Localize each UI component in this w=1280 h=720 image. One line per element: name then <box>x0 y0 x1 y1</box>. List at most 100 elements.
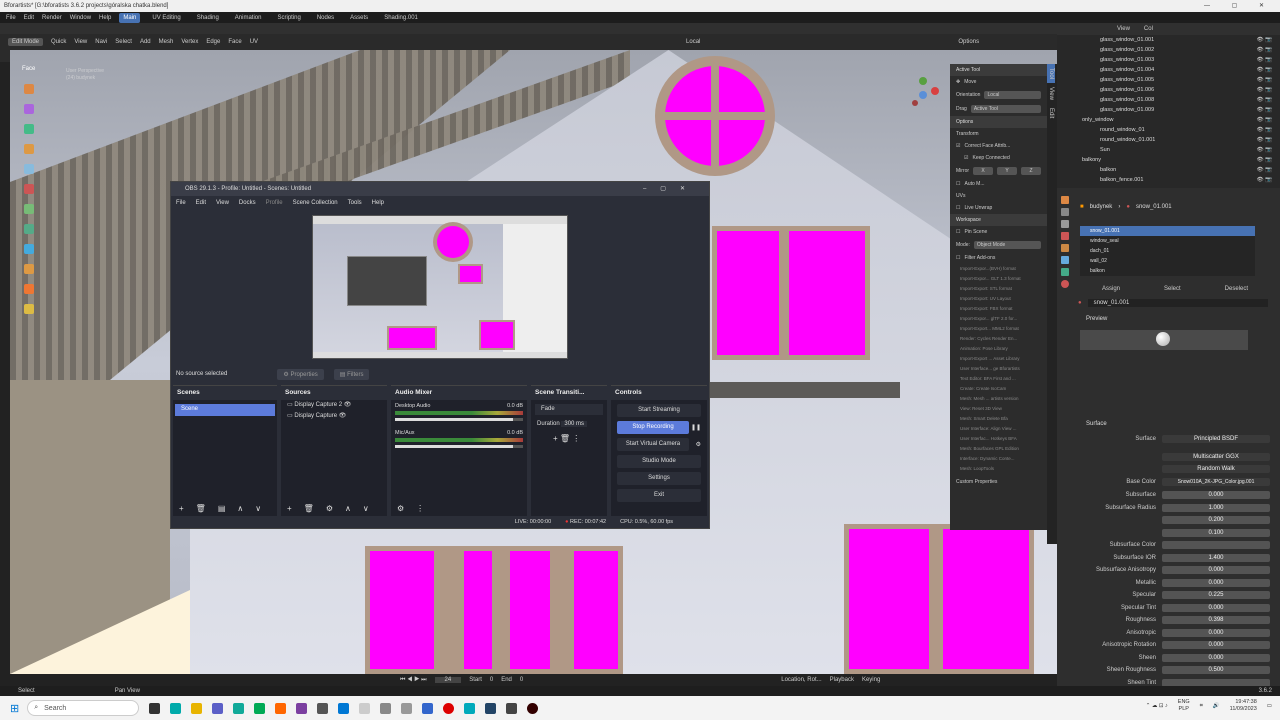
tab-view[interactable]: View <box>1047 83 1055 104</box>
material-slot-list[interactable]: snow_01.001 window_seal dach_01 wall_02 … <box>1080 226 1255 276</box>
measure-icon[interactable] <box>24 224 34 234</box>
obs-menu-file[interactable]: File <box>176 200 186 206</box>
start-frame[interactable]: 0 <box>490 677 493 683</box>
addon-item[interactable]: User Interface: Align View ... <box>950 424 1047 434</box>
scene-tab-icon[interactable] <box>1061 232 1069 240</box>
loopcut-icon[interactable] <box>24 304 34 314</box>
mirror-x[interactable]: X <box>973 167 994 175</box>
outliner-item[interactable]: round_window_01.001 👁 📷 <box>1057 135 1280 145</box>
outliner-item[interactable]: Sun 👁 📷 <box>1057 145 1280 155</box>
addon-item[interactable]: Interface: Dynamic Conte... <box>950 454 1047 464</box>
menu-uv[interactable]: UV <box>250 39 258 45</box>
language-indicator[interactable]: ENG PLP <box>1178 699 1190 713</box>
virtual-camera-button[interactable]: Start Virtual Camera <box>617 438 689 451</box>
addon-item[interactable]: Mesh: Smart Delete Bfa <box>950 414 1047 424</box>
clock[interactable]: 19:47:38 11/09/2023 <box>1230 699 1257 713</box>
app-icon[interactable] <box>296 702 308 714</box>
eye-icon[interactable]: 👁 <box>344 402 352 408</box>
gear-icon[interactable]: ⚙ <box>696 441 701 448</box>
app-icon[interactable] <box>464 702 476 714</box>
app-icon[interactable] <box>254 702 266 714</box>
correct-face-checkbox[interactable]: ☑ <box>956 143 960 149</box>
mirror-y[interactable]: Y <box>997 167 1018 175</box>
modifier-tab-icon[interactable] <box>1061 256 1069 264</box>
rotate-icon[interactable] <box>24 144 34 154</box>
property-slider[interactable]: 1.400 <box>1162 553 1270 562</box>
visibility-icon[interactable]: 👁 📷 <box>1257 115 1272 125</box>
start-streaming-button[interactable]: Start Streaming <box>617 404 701 417</box>
source-item[interactable]: ▭ Display Capture 👁 <box>281 411 387 422</box>
addon-item[interactable]: Import-Export... MML2 format <box>950 324 1047 334</box>
visibility-icon[interactable]: 👁 📷 <box>1257 105 1272 115</box>
options-header[interactable]: Options <box>950 116 1047 128</box>
add-transition-icon[interactable]: + 🗑 ⋮ <box>531 434 607 443</box>
drag-dropdown[interactable]: Active Tool <box>970 105 1041 113</box>
property-slider[interactable]: 0.100 <box>1162 528 1270 537</box>
obs-menu-docks[interactable]: Docks <box>239 200 256 206</box>
visibility-icon[interactable]: 👁 📷 <box>1257 45 1272 55</box>
property-slider[interactable]: 0.000 <box>1162 578 1270 587</box>
menu-edge[interactable]: Edge <box>206 39 220 45</box>
obs-menu-edit[interactable]: Edit <box>196 200 206 206</box>
material-name-field[interactable]: snow_01.001 <box>1087 299 1268 307</box>
property-slider[interactable]: 0.200 <box>1162 516 1270 524</box>
visibility-icon[interactable]: 👁 📷 <box>1257 155 1272 165</box>
studio-mode-button[interactable]: Studio Mode <box>617 455 701 468</box>
material-slot[interactable]: window_seal <box>1080 236 1255 246</box>
tab-uv-editing[interactable]: UV Editing <box>148 13 184 23</box>
addon-item[interactable]: Animation: Pose Library <box>950 344 1047 354</box>
workspace-header[interactable]: Workspace <box>950 214 1047 226</box>
obs-menu-view[interactable]: View <box>216 200 229 206</box>
tab-animation[interactable]: Animation <box>231 13 266 23</box>
addon-item[interactable]: Import-Export: STL format <box>950 284 1047 294</box>
material-sphere-icon[interactable]: ● <box>1078 300 1082 306</box>
menu-window[interactable]: Window <box>70 15 91 21</box>
select-icon[interactable] <box>24 84 34 94</box>
active-tool-header[interactable]: Active Tool <box>950 64 1047 76</box>
menu-add[interactable]: Add <box>140 39 151 45</box>
base-color-texture[interactable]: Snow010A_2K-JPG_Color.jpg.001 <box>1162 478 1270 486</box>
add-icon[interactable]: + <box>287 504 292 513</box>
tab-shading[interactable]: Shading <box>193 13 223 23</box>
property-slider[interactable]: 0.398 <box>1162 616 1270 624</box>
subsurface-method-dropdown[interactable]: Random Walk <box>1162 465 1270 473</box>
visibility-icon[interactable]: 👁 📷 <box>1257 35 1272 45</box>
pin-scene-checkbox[interactable]: ☐ <box>956 229 960 235</box>
outliner-item[interactable]: glass_window_01.001 👁 📷 <box>1057 35 1280 45</box>
menu-view[interactable]: View <box>74 39 87 45</box>
outliner-item[interactable]: glass_window_01.003 👁 📷 <box>1057 55 1280 65</box>
move-icon[interactable] <box>24 124 34 134</box>
property-slider[interactable]: 0.000 <box>1162 491 1270 499</box>
menu-help[interactable]: Help <box>99 15 111 21</box>
taskbar-search[interactable]: ⌕ Search <box>27 700 140 716</box>
tab-main[interactable]: Main <box>119 12 141 23</box>
outliner-item[interactable]: glass_window_01.006 👁 📷 <box>1057 85 1280 95</box>
trash-icon[interactable]: 🗑 <box>304 504 314 513</box>
menu-face[interactable]: Face <box>228 39 241 45</box>
volume-slider[interactable] <box>395 445 523 448</box>
addon-item[interactable]: Text Editor: BFA First and ... <box>950 374 1047 384</box>
edge-icon[interactable] <box>170 702 182 714</box>
down-icon[interactable]: ∨ <box>255 504 261 513</box>
visibility-icon[interactable]: 👁 📷 <box>1257 125 1272 135</box>
addon-item[interactable]: View: Reset 3D View <box>950 404 1047 414</box>
down-icon[interactable]: ∨ <box>363 504 369 513</box>
assign-button[interactable]: Assign <box>1102 286 1120 296</box>
source-item[interactable]: ▭ Display Capture 2 👁 <box>281 400 387 411</box>
up-icon[interactable]: ∧ <box>237 504 243 513</box>
eye-icon[interactable]: 👁 <box>339 413 347 419</box>
app-icon[interactable] <box>380 702 392 714</box>
tab-assets[interactable]: Assets <box>346 13 372 23</box>
addon-item[interactable]: Mesh: Mesh ... artists version <box>950 394 1047 404</box>
duration-field[interactable]: 300 ms <box>561 421 588 427</box>
keying-set[interactable]: Location, Rot... <box>781 677 821 683</box>
visibility-icon[interactable]: 👁 📷 <box>1257 135 1272 145</box>
add-icon[interactable]: + <box>179 504 184 513</box>
render-tab-icon[interactable] <box>1061 208 1069 216</box>
tray-icons[interactable]: ⌃ ☁ ⊡ ♪ <box>1146 703 1168 709</box>
outliner-item[interactable]: glass_window_01.002 👁 📷 <box>1057 45 1280 55</box>
outliner-item[interactable]: glass_window_01.005 👁 📷 <box>1057 75 1280 85</box>
menu-edit[interactable]: Edit <box>24 15 34 21</box>
obs-preview[interactable] <box>312 215 568 359</box>
transform-subheader[interactable]: Transform <box>956 131 979 137</box>
